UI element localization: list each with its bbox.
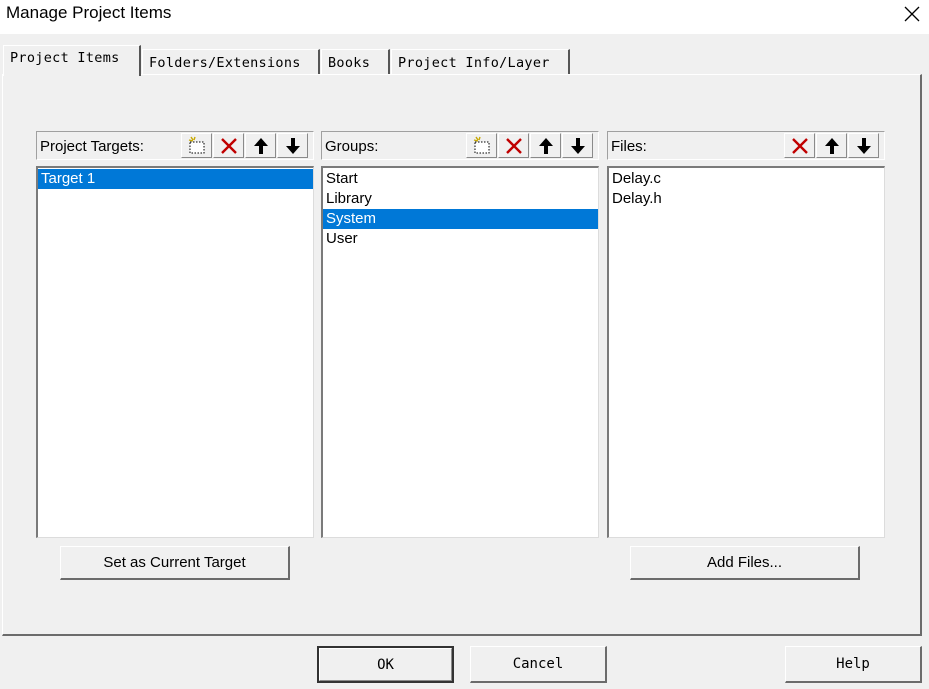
delete-icon	[791, 137, 808, 154]
set-current-target-button[interactable]: Set as Current Target	[60, 546, 290, 580]
list-item[interactable]: Library	[323, 189, 598, 209]
list-item[interactable]: Delay.h	[609, 189, 884, 209]
delete-icon	[505, 137, 522, 154]
add-files-label: Add Files...	[706, 554, 783, 571]
window-title: Manage Project Items	[6, 3, 172, 22]
ok-button[interactable]: OK	[317, 646, 454, 683]
delete-file-button[interactable]	[784, 133, 815, 158]
cancel-label: Cancel	[512, 656, 564, 672]
move-target-up-button[interactable]	[245, 133, 276, 158]
tab-project-info-layer[interactable]: Project Info/Layer	[391, 49, 570, 75]
move-up-icon	[824, 137, 839, 154]
move-up-icon	[253, 137, 268, 154]
tab-label: Project Info/Layer	[398, 55, 550, 71]
list-item[interactable]: Target 1	[38, 169, 313, 189]
groups-header: Groups:	[321, 131, 599, 160]
tab-label: Folders/Extensions	[149, 55, 301, 71]
tab-strip: Project Items Folders/Extensions Books P…	[3, 45, 583, 76]
delete-group-button[interactable]	[498, 133, 529, 158]
files-list[interactable]: Delay.c Delay.h	[607, 166, 885, 538]
tab-label: Project Items	[10, 50, 120, 66]
delete-icon	[220, 137, 237, 154]
move-file-down-button[interactable]	[848, 133, 879, 158]
move-down-icon	[285, 137, 300, 154]
new-item-icon	[473, 136, 489, 153]
groups-list[interactable]: Start Library System User	[321, 166, 599, 538]
groups-header-label: Groups:	[325, 138, 379, 155]
targets-header: Project Targets:	[36, 131, 314, 160]
move-down-icon	[570, 137, 585, 154]
move-up-icon	[538, 137, 553, 154]
targets-header-label: Project Targets:	[40, 138, 144, 155]
tab-books[interactable]: Books	[321, 49, 390, 75]
new-target-button[interactable]	[181, 133, 212, 158]
add-files-button[interactable]: Add Files...	[630, 546, 860, 580]
cancel-button[interactable]: Cancel	[470, 646, 607, 683]
help-button[interactable]: Help	[785, 646, 922, 683]
close-button[interactable]	[895, 0, 929, 28]
move-target-down-button[interactable]	[277, 133, 308, 158]
list-item[interactable]: Start	[323, 169, 598, 189]
files-header-label: Files:	[611, 138, 647, 155]
close-icon	[904, 6, 920, 22]
tab-folders-extensions[interactable]: Folders/Extensions	[142, 49, 320, 75]
set-current-target-label: Set as Current Target	[103, 554, 246, 571]
ok-label: OK	[377, 656, 394, 673]
list-item[interactable]: System	[323, 209, 598, 229]
new-group-button[interactable]	[466, 133, 497, 158]
move-group-down-button[interactable]	[562, 133, 593, 158]
move-group-up-button[interactable]	[530, 133, 561, 158]
list-item[interactable]: User	[323, 229, 598, 249]
new-item-icon	[188, 136, 204, 153]
delete-target-button[interactable]	[213, 133, 244, 158]
tab-label: Books	[328, 55, 371, 71]
list-item[interactable]: Delay.c	[609, 169, 884, 189]
move-file-up-button[interactable]	[816, 133, 847, 158]
help-label: Help	[836, 656, 870, 672]
targets-list[interactable]: Target 1	[36, 166, 314, 538]
move-down-icon	[856, 137, 871, 154]
tab-project-items[interactable]: Project Items	[3, 45, 141, 76]
files-header: Files:	[607, 131, 885, 160]
title-bar: Manage Project Items	[0, 0, 929, 34]
